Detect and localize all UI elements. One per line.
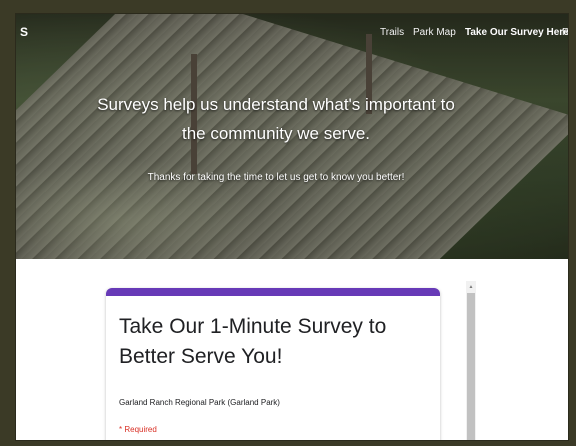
form-title: Take Our 1-Minute Survey to Better Serve… bbox=[119, 315, 387, 368]
form-section: Take Our 1-Minute Survey to Better Serve… bbox=[16, 259, 568, 440]
nav-trails[interactable]: Trails bbox=[380, 27, 404, 38]
site-brand[interactable]: S bbox=[20, 25, 28, 39]
required-note: * Required bbox=[119, 425, 157, 434]
hero-banner: S Trails Park Map Take Our Survey Here! … bbox=[16, 14, 568, 259]
browser-viewport: S Trails Park Map Take Our Survey Here! … bbox=[16, 14, 568, 440]
form-scrollbar[interactable]: ▲ bbox=[466, 281, 476, 440]
scrollbar-thumb[interactable] bbox=[467, 293, 475, 440]
nav-take-survey[interactable]: Take Our Survey Here! bbox=[465, 27, 568, 38]
nav-r[interactable]: R bbox=[562, 27, 568, 38]
hero-subtext: Thanks for taking the time to let us get… bbox=[147, 172, 405, 183]
survey-form-card: Take Our 1-Minute Survey to Better Serve… bbox=[106, 288, 440, 440]
top-nav: S Trails Park Map Take Our Survey Here! … bbox=[16, 24, 568, 44]
form-description: Garland Ranch Regional Park (Garland Par… bbox=[119, 398, 280, 407]
hero-headline: Surveys help us understand what's import… bbox=[97, 95, 455, 143]
chevron-up-icon[interactable]: ▲ bbox=[466, 283, 476, 291]
nav-park-map[interactable]: Park Map bbox=[413, 27, 456, 38]
